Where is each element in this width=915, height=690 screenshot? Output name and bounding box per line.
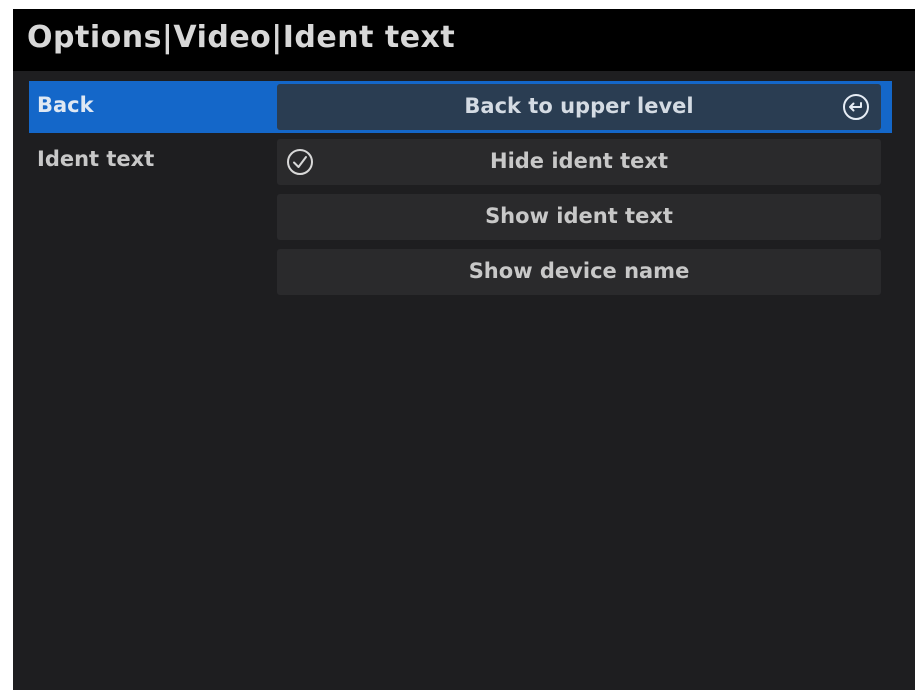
show-ident-text-label: Show ident text <box>485 204 673 228</box>
hide-ident-text-option[interactable]: Hide ident text <box>277 139 881 185</box>
hide-ident-text-label: Hide ident text <box>490 149 668 173</box>
show-ident-text-option[interactable]: Show ident text <box>277 194 881 240</box>
menu-screen: Options|Video|Ident text Back Back to up… <box>13 9 915 690</box>
show-device-name-option[interactable]: Show device name <box>277 249 881 295</box>
page-title: Options|Video|Ident text <box>27 20 456 55</box>
back-to-upper-level-label: Back to upper level <box>464 94 694 118</box>
title-bar: Options|Video|Ident text <box>13 9 915 71</box>
return-arrow-icon <box>841 92 871 122</box>
back-row-label: Back <box>37 93 94 117</box>
ident-text-row-label: Ident text <box>37 147 155 171</box>
back-to-upper-level-button[interactable]: Back to upper level <box>277 84 881 130</box>
show-device-name-label: Show device name <box>468 259 690 283</box>
